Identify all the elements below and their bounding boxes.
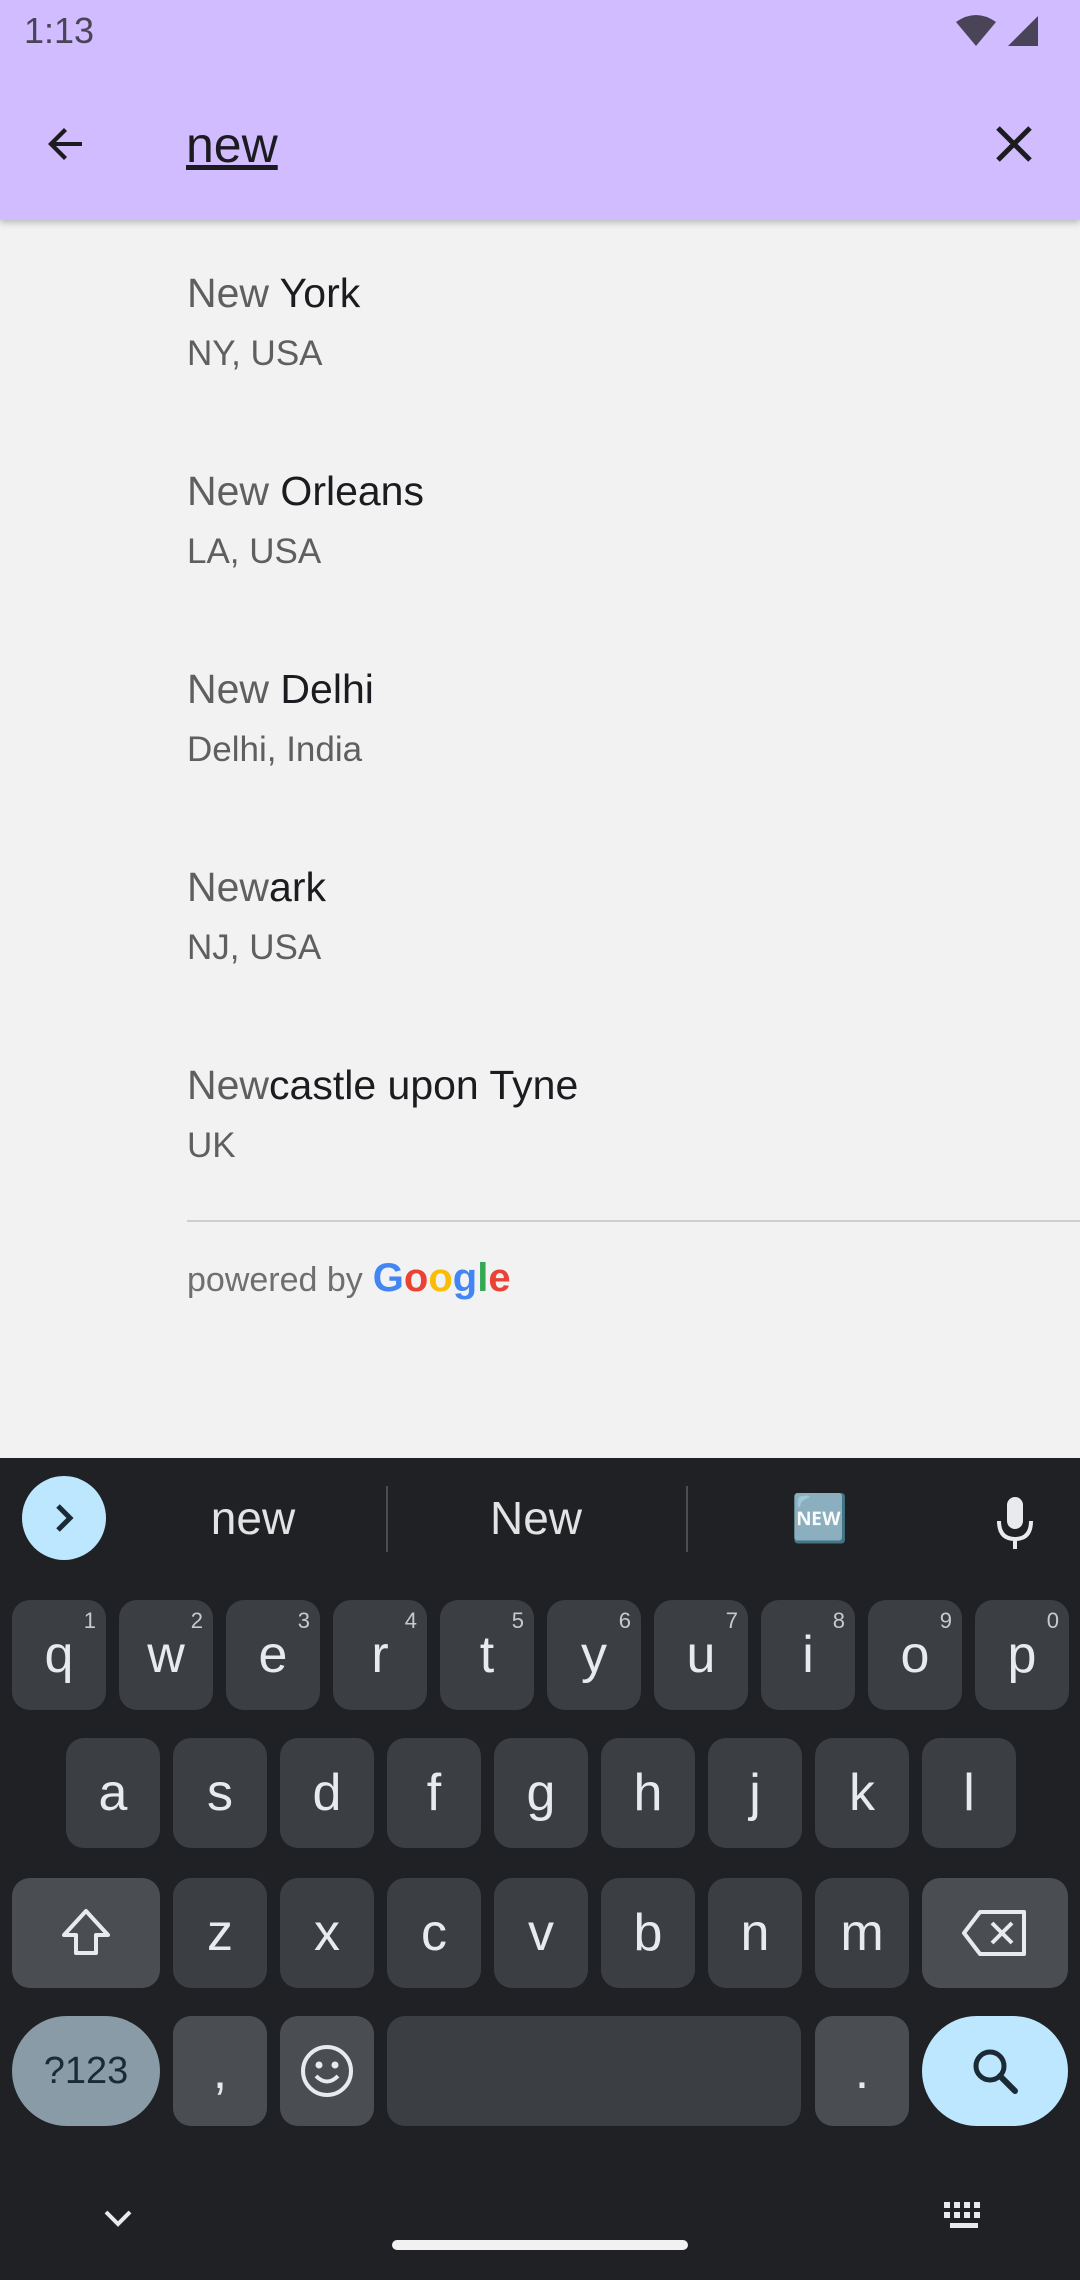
powered-by-google: powered by Google <box>187 1256 511 1301</box>
divider <box>686 1486 688 1552</box>
key-i[interactable]: i8 <box>761 1600 855 1710</box>
suggestion-strip: new New 🆕 <box>0 1458 1080 1576</box>
search-icon <box>973 2049 1018 2094</box>
suggestion-item[interactable]: Newark NJ, USA <box>0 816 1080 1014</box>
comma-key[interactable]: , <box>173 2016 267 2126</box>
search-input[interactable] <box>186 110 946 180</box>
suggestion-item[interactable]: New York NY, USA <box>0 222 1080 420</box>
shift-key[interactable] <box>12 1878 160 1988</box>
key-t[interactable]: t5 <box>440 1600 534 1710</box>
key-q[interactable]: q1 <box>12 1600 106 1710</box>
key-r[interactable]: r4 <box>333 1600 427 1710</box>
app-bar: 1:13 <box>0 0 1080 220</box>
key-z[interactable]: z <box>173 1878 267 1988</box>
suggestion-primary: New York <box>187 270 361 316</box>
home-indicator[interactable] <box>392 2240 688 2250</box>
key-g[interactable]: g <box>494 1738 588 1848</box>
key-u[interactable]: u7 <box>654 1600 748 1710</box>
word-suggestion[interactable]: New <box>436 1478 636 1558</box>
search-key[interactable] <box>922 2016 1068 2126</box>
emoji-key[interactable] <box>280 2016 374 2126</box>
key-e[interactable]: e3 <box>226 1600 320 1710</box>
suggestion-secondary: Delhi, India <box>187 730 363 769</box>
suggestion-secondary: NY, USA <box>187 334 323 373</box>
suggestion-secondary: UK <box>187 1126 236 1165</box>
divider <box>386 1486 388 1552</box>
symbols-key[interactable]: ?123 <box>12 2016 160 2126</box>
hide-keyboard-icon[interactable] <box>96 2196 140 2240</box>
key-b[interactable]: b <box>601 1878 695 1988</box>
back-button[interactable] <box>30 108 102 180</box>
emoji-icon <box>301 2045 353 2097</box>
status-icons <box>954 14 1040 48</box>
key-w[interactable]: w2 <box>119 1600 213 1710</box>
space-key[interactable] <box>387 2016 801 2126</box>
suggestion-item[interactable]: New Orleans LA, USA <box>0 420 1080 618</box>
emoji-suggestion[interactable]: 🆕 <box>740 1478 900 1558</box>
suggestion-primary: Newcastle upon Tyne <box>187 1062 579 1108</box>
status-time: 1:13 <box>24 10 95 51</box>
shift-icon <box>62 1909 110 1955</box>
suggestion-primary: Newark <box>187 864 326 910</box>
soft-keyboard: new New 🆕 q1 w2 e3 r4 t5 y6 u7 i8 o9 p0 … <box>0 1458 1080 2280</box>
key-k[interactable]: k <box>815 1738 909 1848</box>
powered-by-label: powered by <box>187 1261 363 1299</box>
suggestion-secondary: LA, USA <box>187 532 322 571</box>
backspace-icon <box>962 1910 1026 1956</box>
key-h[interactable]: h <box>601 1738 695 1848</box>
wifi-icon <box>956 15 996 46</box>
divider <box>187 1220 1080 1222</box>
clear-button[interactable] <box>978 108 1050 180</box>
key-v[interactable]: v <box>494 1878 588 1988</box>
key-l[interactable]: l <box>922 1738 1016 1848</box>
key-c[interactable]: c <box>387 1878 481 1988</box>
suggestion-secondary: NJ, USA <box>187 928 322 967</box>
key-d[interactable]: d <box>280 1738 374 1848</box>
backspace-key[interactable] <box>922 1878 1068 1988</box>
key-f[interactable]: f <box>387 1738 481 1848</box>
google-logo: Google <box>372 1256 511 1300</box>
key-a[interactable]: a <box>66 1738 160 1848</box>
key-p[interactable]: p0 <box>975 1600 1069 1710</box>
key-m[interactable]: m <box>815 1878 909 1988</box>
keyboard-switch-icon[interactable] <box>940 2196 990 2236</box>
voice-input-button[interactable] <box>980 1488 1050 1558</box>
key-j[interactable]: j <box>708 1738 802 1848</box>
key-x[interactable]: x <box>280 1878 374 1988</box>
suggestion-item[interactable]: Newcastle upon Tyne UK <box>0 1014 1080 1212</box>
expand-toolbar-button[interactable] <box>22 1476 106 1560</box>
suggestion-item[interactable]: New Delhi Delhi, India <box>0 618 1080 816</box>
suggestion-primary: New Delhi <box>187 666 374 712</box>
mic-icon <box>997 1497 1033 1549</box>
arrow-back-icon <box>48 128 82 160</box>
key-n[interactable]: n <box>708 1878 802 1988</box>
chevron-right-icon <box>56 1504 74 1532</box>
key-s[interactable]: s <box>173 1738 267 1848</box>
suggestion-primary: New Orleans <box>187 468 424 514</box>
word-suggestion[interactable]: new <box>150 1478 356 1558</box>
key-o[interactable]: o9 <box>868 1600 962 1710</box>
period-key[interactable]: . <box>815 2016 909 2126</box>
close-icon <box>996 126 1032 162</box>
cell-signal-icon <box>1008 16 1038 46</box>
key-y[interactable]: y6 <box>547 1600 641 1710</box>
